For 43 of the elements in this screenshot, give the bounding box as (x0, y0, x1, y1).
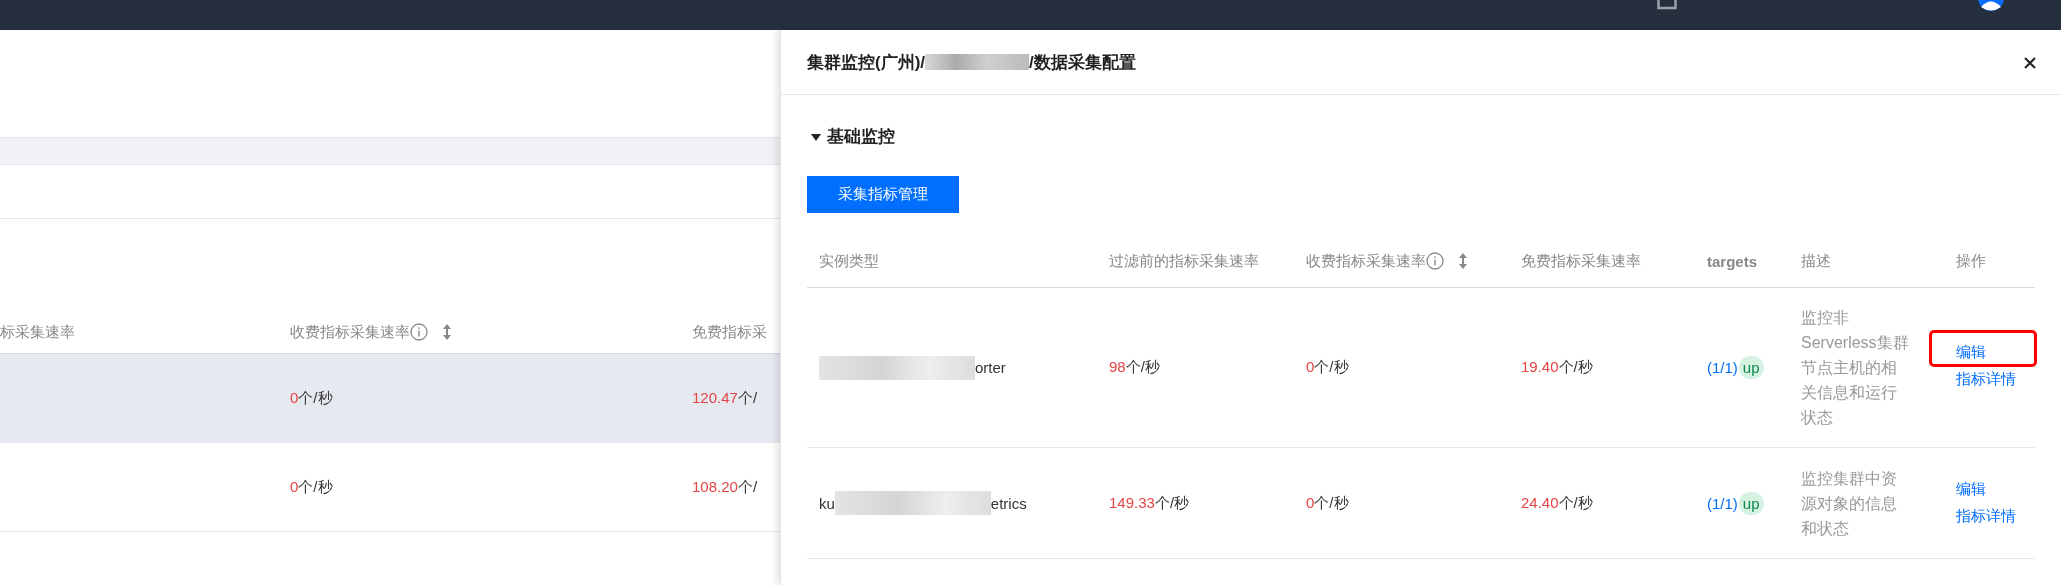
info-icon (410, 323, 428, 341)
table-cell: 0个/秒 (290, 388, 333, 408)
drawer-title: 集群监控(广州)/ (807, 51, 926, 74)
targets-count[interactable]: (1/1) (1707, 359, 1738, 376)
instance-name: orter (975, 359, 1006, 376)
info-icon (1426, 252, 1444, 270)
table-cell: 24.40个/秒 (1521, 493, 1593, 513)
column-header: 操作 (1956, 251, 1986, 271)
table-cell: 0个/秒 (1306, 493, 1349, 513)
status-badge: up (1738, 491, 1764, 515)
sort-icon[interactable] (442, 323, 452, 341)
column-header: 收费指标采集速率 (290, 322, 410, 342)
table-cell: 0个/秒 (1306, 358, 1349, 377)
targets-count[interactable]: (1/1) (1707, 494, 1738, 512)
column-header: targets (1707, 252, 1758, 270)
instance-name: etrics (990, 494, 1027, 512)
drawer-title: /数据采集配置 (1029, 51, 1136, 74)
table-cell: 149.33个/秒 (1109, 493, 1190, 513)
column-header: 标采集速率 (0, 322, 75, 342)
description-text: 监控非Serverless集群节点主机的相关信息和运行状态 (1801, 308, 1909, 428)
section-title[interactable]: 基础监控 (827, 125, 895, 148)
column-header: 免费指标采集速率 (1521, 251, 1641, 271)
column-header: 收费指标采集速率 (1306, 251, 1426, 271)
instance-name: ku (819, 494, 835, 512)
column-header: 过滤前的指标采集速率 (1109, 251, 1259, 271)
column-header: 实例类型 (819, 251, 879, 271)
status-badge: up (1738, 356, 1764, 379)
action-link[interactable]: 指标详情 (1956, 367, 2016, 391)
table-cell: 19.40个/秒 (1521, 358, 1593, 377)
action-link[interactable]: 指标详情 (1956, 505, 2016, 528)
column-header: 免费指标采 (692, 322, 767, 342)
triangle-icon[interactable] (811, 131, 821, 142)
table-cell: 108.20个/ (692, 477, 758, 497)
action-link[interactable]: 编辑 (1956, 478, 1986, 501)
action-link[interactable]: 编辑 (1932, 332, 2034, 364)
close-icon[interactable] (2023, 56, 2037, 70)
sort-icon[interactable] (1458, 252, 1468, 270)
column-header: 描述 (1801, 251, 1831, 271)
table-cell: 98个/秒 (1109, 358, 1160, 377)
description-text: 监控集群中资源对象的信息和状态 (1801, 468, 1898, 539)
table-cell: 0个/秒 (290, 477, 333, 497)
metrics-management-button[interactable]: 采集指标管理 (807, 176, 959, 213)
table-cell: 120.47个/ (692, 388, 758, 408)
